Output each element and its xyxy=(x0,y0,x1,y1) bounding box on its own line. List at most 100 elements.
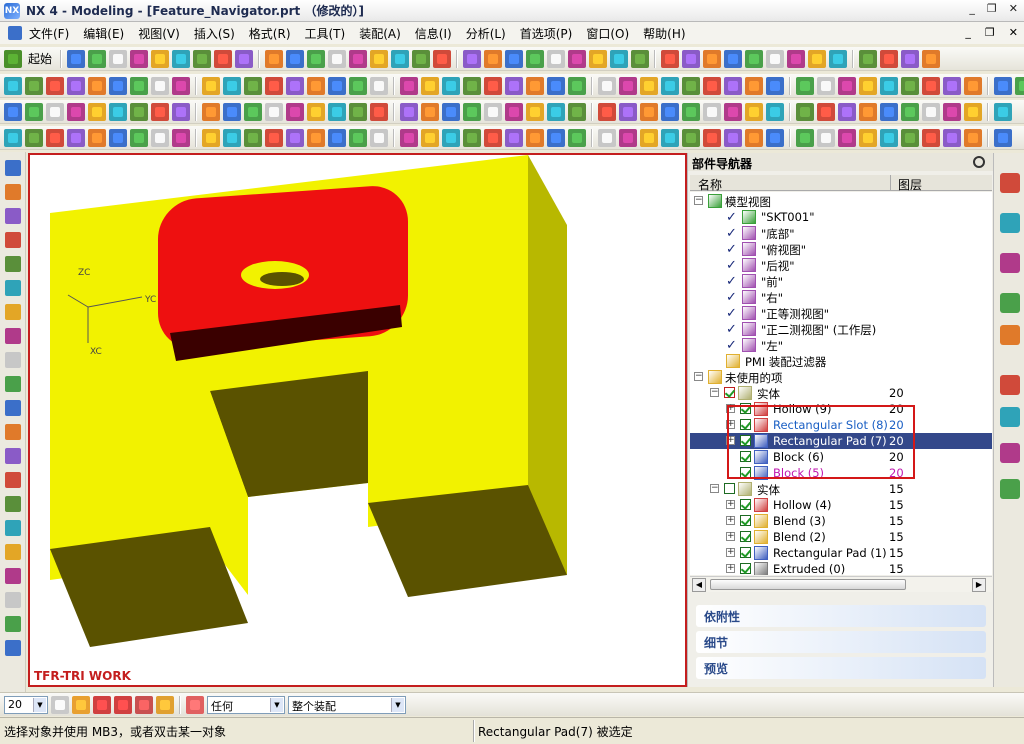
checkmark-icon[interactable]: ✓ xyxy=(726,226,737,241)
toolbar-tool-icon[interactable] xyxy=(214,49,233,68)
toolbar-tool-icon[interactable] xyxy=(307,128,325,147)
toolbar-tool-icon[interactable] xyxy=(4,128,22,147)
toolbar-tool-icon[interactable] xyxy=(421,102,439,121)
toolbar-tool-icon[interactable] xyxy=(724,102,742,121)
toolbar-tool-icon[interactable] xyxy=(223,76,241,95)
toolbar-tool-icon[interactable] xyxy=(766,76,784,95)
toolbar-tool-icon[interactable] xyxy=(265,49,284,68)
toolbar-tool-icon[interactable] xyxy=(922,49,941,68)
toolbar-tool-icon[interactable] xyxy=(223,128,241,147)
toolbar-tool-icon[interactable] xyxy=(172,102,190,121)
visibility-checkbox[interactable] xyxy=(724,387,735,398)
toolbar-tool-icon[interactable] xyxy=(817,102,835,121)
toolbar-tool-icon[interactable] xyxy=(859,102,877,121)
type-filter-icon[interactable] xyxy=(186,695,204,714)
left-tool-icon[interactable] xyxy=(5,592,21,608)
toolbar-tool-icon[interactable] xyxy=(400,76,418,95)
toolbar-tool-icon[interactable] xyxy=(766,128,784,147)
expand-icon[interactable]: + xyxy=(726,516,735,525)
dropdown-arrow-icon[interactable]: ▼ xyxy=(270,697,283,712)
toolbar-tool-icon[interactable] xyxy=(589,49,608,68)
tree-row[interactable]: ✓ "左" xyxy=(690,337,992,353)
left-tool-icon[interactable] xyxy=(5,400,21,416)
toolbar-tool-icon[interactable] xyxy=(880,49,899,68)
scroll-left-icon[interactable]: ◀ xyxy=(692,578,706,592)
left-tool-icon[interactable] xyxy=(5,544,21,560)
toolbar-tool-icon[interactable] xyxy=(859,49,878,68)
toolbar-tool-icon[interactable] xyxy=(994,128,1012,147)
toolbar-tool-icon[interactable] xyxy=(370,128,388,147)
toolbar-tool-icon[interactable] xyxy=(661,102,679,121)
toolbar-tool-icon[interactable] xyxy=(286,76,304,95)
toolbar-tool-icon[interactable] xyxy=(745,128,763,147)
toolbar-tool-icon[interactable] xyxy=(202,128,220,147)
toolbar-tool-icon[interactable] xyxy=(682,102,700,121)
left-tool-icon[interactable] xyxy=(5,328,21,344)
toolbar-tool-icon[interactable] xyxy=(46,102,64,121)
toolbar-tool-icon[interactable] xyxy=(400,102,418,121)
toolbar-tool-icon[interactable] xyxy=(484,102,502,121)
toolbar-tool-icon[interactable] xyxy=(349,128,367,147)
tree-row[interactable]: ✓ "前" xyxy=(690,273,992,289)
toolbar-tool-icon[interactable] xyxy=(421,128,439,147)
visibility-checkbox[interactable] xyxy=(740,435,751,446)
toolbar-tool-icon[interactable] xyxy=(526,102,544,121)
toolbar-tool-icon[interactable] xyxy=(829,49,848,68)
toolbar-tool-icon[interactable] xyxy=(88,49,107,68)
toolbar-tool-icon[interactable] xyxy=(109,76,127,95)
toolbar-tool-icon[interactable] xyxy=(703,49,722,68)
toolbar-tool-icon[interactable] xyxy=(88,76,106,95)
tree-row[interactable]: + Blend (3) 15 xyxy=(690,513,992,529)
toolbar-tool-icon[interactable] xyxy=(568,102,586,121)
toolbar-tool-icon[interactable] xyxy=(442,128,460,147)
toolbar-tool-icon[interactable] xyxy=(151,76,169,95)
toolbar-tool-icon[interactable] xyxy=(307,49,326,68)
toolbar-tool-icon[interactable] xyxy=(328,128,346,147)
tree-row[interactable]: − 模型视图 xyxy=(690,193,992,209)
collapse-icon[interactable]: − xyxy=(710,388,719,397)
toolbar-tool-icon[interactable] xyxy=(463,49,482,68)
tree-row[interactable]: PMI 装配过滤器 xyxy=(690,353,992,369)
tree-row[interactable]: ✓ "右" xyxy=(690,289,992,305)
panel-preview[interactable]: 预览 xyxy=(696,657,986,679)
toolbar-tool-icon[interactable] xyxy=(724,49,743,68)
toolbar-tool-icon[interactable] xyxy=(130,102,148,121)
graphics-window[interactable]: ZC YC XC TFR-TRI WORK xyxy=(28,153,687,687)
toolbar-tool-icon[interactable] xyxy=(244,76,262,95)
resource-tab-icon[interactable] xyxy=(1000,213,1020,233)
tree-row[interactable]: + Blend (2) 15 xyxy=(690,529,992,545)
start-button[interactable]: 起始 xyxy=(25,50,55,67)
toolbar-tool-icon[interactable] xyxy=(817,128,835,147)
toolbar-tool-icon[interactable] xyxy=(859,76,877,95)
expand-icon[interactable]: + xyxy=(726,436,735,445)
toolbar-tool-icon[interactable] xyxy=(265,128,283,147)
type-filter-combo[interactable]: 任何 ▼ xyxy=(207,695,285,714)
toolbar-tool-icon[interactable] xyxy=(838,102,856,121)
expand-icon[interactable]: + xyxy=(726,548,735,557)
resource-tab-icon[interactable] xyxy=(1000,375,1020,395)
visibility-checkbox[interactable] xyxy=(740,531,751,542)
toolbar-tool-icon[interactable] xyxy=(151,128,169,147)
toolbar-tool-icon[interactable] xyxy=(526,76,544,95)
toolbar-tool-icon[interactable] xyxy=(901,49,920,68)
menu-analysis[interactable]: 分析(L) xyxy=(459,25,513,42)
toolbar-tool-icon[interactable] xyxy=(244,128,262,147)
left-tool-icon[interactable] xyxy=(5,280,21,296)
scope-combo[interactable]: 整个装配 ▼ xyxy=(288,695,406,714)
left-tool-icon[interactable] xyxy=(5,208,21,224)
toolbar-tool-icon[interactable] xyxy=(724,76,742,95)
toolbar-tool-icon[interactable] xyxy=(745,102,763,121)
toolbar-tool-icon[interactable] xyxy=(400,128,418,147)
toolbar-tool-icon[interactable] xyxy=(4,102,22,121)
tree-row[interactable]: + Hollow (4) 15 xyxy=(690,497,992,513)
dropdown-arrow-icon[interactable]: ▼ xyxy=(33,697,46,712)
toolbar-tool-icon[interactable] xyxy=(703,102,721,121)
collapse-icon[interactable]: − xyxy=(694,372,703,381)
select-icon[interactable] xyxy=(51,695,69,714)
doc-restore-button[interactable]: ❐ xyxy=(985,26,995,39)
toolbar-tool-icon[interactable] xyxy=(568,49,587,68)
toolbar-tool-icon[interactable] xyxy=(412,49,431,68)
toolbar-tool-icon[interactable] xyxy=(922,128,940,147)
checkmark-icon[interactable]: ✓ xyxy=(726,258,737,273)
visibility-checkbox[interactable] xyxy=(740,403,751,414)
